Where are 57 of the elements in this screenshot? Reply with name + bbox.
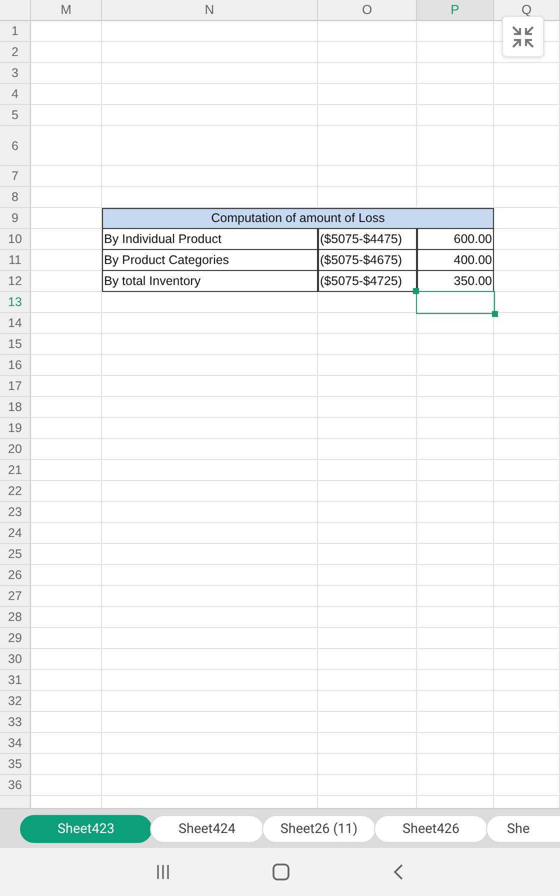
row-header[interactable]: 36 (0, 775, 31, 796)
row-header[interactable]: 13 (0, 292, 31, 313)
row-header[interactable]: 35 (0, 754, 31, 775)
table-cell: ($5075-$4475) (318, 229, 417, 250)
sheet-tab[interactable]: Sheet426 (374, 814, 488, 842)
row-header[interactable]: 19 (0, 418, 31, 439)
row-header[interactable]: 21 (0, 460, 31, 481)
row-header[interactable]: 5 (0, 105, 31, 126)
sheet-tab[interactable]: Sheet423 (20, 814, 152, 842)
collapse-icon[interactable] (502, 16, 544, 57)
cell-selection[interactable] (416, 291, 495, 314)
table-cell: By total Inventory (102, 271, 318, 292)
row-header[interactable]: 8 (0, 187, 31, 208)
table-cell: ($5075-$4675) (318, 250, 417, 271)
row-header[interactable]: 4 (0, 84, 31, 105)
row-header[interactable]: 7 (0, 166, 31, 187)
row-header[interactable]: 15 (0, 334, 31, 355)
row-header[interactable]: 28 (0, 607, 31, 628)
sheet-tab[interactable]: Sheet26 (11) (262, 814, 376, 842)
row-header[interactable]: 34 (0, 733, 31, 754)
row-header[interactable]: 17 (0, 376, 31, 397)
column-header[interactable]: P (417, 0, 494, 20)
row-header[interactable]: 23 (0, 502, 31, 523)
table-cell: By Individual Product (102, 229, 318, 250)
sheet-tab[interactable]: She (486, 814, 560, 842)
row-header[interactable]: 25 (0, 544, 31, 565)
table-cell: 400.00 (417, 250, 494, 271)
column-header[interactable]: M (31, 0, 102, 20)
sheet-tab[interactable]: Sheet424 (150, 814, 264, 842)
table-cell: By Product Categories (102, 250, 318, 271)
row-header[interactable]: 1 (0, 21, 31, 42)
back-icon[interactable] (392, 863, 404, 881)
row-header[interactable]: 20 (0, 439, 31, 460)
column-header[interactable]: N (102, 0, 318, 20)
row-header[interactable]: 32 (0, 691, 31, 712)
row-header[interactable]: 6 (0, 126, 31, 166)
row-header[interactable]: 12 (0, 271, 31, 292)
row-header[interactable]: 16 (0, 355, 31, 376)
row-header[interactable]: 3 (0, 63, 31, 84)
home-icon[interactable] (272, 863, 290, 881)
row-header[interactable]: 27 (0, 586, 31, 607)
row-header[interactable]: 9 (0, 208, 31, 229)
row-header[interactable]: 30 (0, 649, 31, 670)
row-header[interactable]: 24 (0, 523, 31, 544)
table-cell: 600.00 (417, 229, 494, 250)
row-header[interactable]: 11 (0, 250, 31, 271)
row-header[interactable]: 33 (0, 712, 31, 733)
row-header[interactable]: 18 (0, 397, 31, 418)
row-header[interactable]: 14 (0, 313, 31, 334)
row-header[interactable]: 2 (0, 42, 31, 63)
row-header[interactable]: 29 (0, 628, 31, 649)
row-header[interactable]: 31 (0, 670, 31, 691)
recent-apps-icon[interactable] (156, 864, 170, 880)
row-header[interactable]: 10 (0, 229, 31, 250)
table-title-cell: Computation of amount of Loss (102, 208, 494, 229)
row-header[interactable]: 22 (0, 481, 31, 502)
row-header[interactable]: 26 (0, 565, 31, 586)
